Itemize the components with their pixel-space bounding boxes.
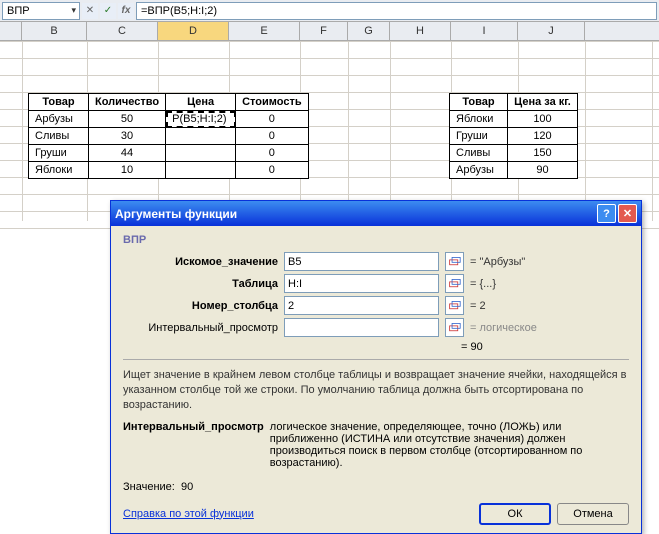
arg-desc-text: логическое значение, определяющее, точно…: [270, 421, 629, 469]
arg-result: = "Арбузы": [470, 256, 525, 268]
arg-label: Искомое_значение: [123, 256, 278, 268]
column-header[interactable]: I: [451, 22, 518, 40]
column-header[interactable]: C: [87, 22, 158, 40]
range-select-icon[interactable]: [445, 318, 464, 337]
column-header[interactable]: H: [390, 22, 451, 40]
arg-input[interactable]: [284, 296, 439, 315]
range-select-icon[interactable]: [445, 274, 464, 293]
column-header[interactable]: J: [518, 22, 585, 40]
cancel-button[interactable]: Отмена: [557, 503, 629, 525]
formula-input[interactable]: =ВПР(B5;H:I;2): [136, 2, 657, 20]
formula-bar: ВПР ✕ ✓ fx =ВПР(B5;H:I;2): [0, 0, 659, 22]
name-box[interactable]: ВПР: [2, 2, 80, 20]
result-value: 90: [181, 481, 193, 493]
close-button[interactable]: ✕: [618, 204, 637, 223]
column-header[interactable]: G: [348, 22, 390, 40]
function-name: ВПР: [123, 234, 629, 246]
arg-label: Интервальный_просмотр: [123, 322, 278, 334]
dialog-titlebar[interactable]: Аргументы функции ? ✕: [111, 201, 641, 226]
cancel-icon[interactable]: ✕: [82, 3, 98, 19]
help-button[interactable]: ?: [597, 204, 616, 223]
arg-input[interactable]: [284, 252, 439, 271]
confirm-icon[interactable]: ✓: [100, 3, 116, 19]
column-header[interactable]: D: [158, 22, 229, 40]
arg-desc-label: Интервальный_просмотр: [123, 421, 264, 469]
column-header[interactable]: F: [300, 22, 348, 40]
column-headers: BCDEFGHIJ: [0, 22, 659, 41]
arg-result: = 2: [470, 300, 486, 312]
column-header[interactable]: B: [22, 22, 87, 40]
spreadsheet-area[interactable]: ТоварКоличествоЦенаСтоимостьАрбузы50Р(B5…: [0, 41, 659, 221]
arg-input[interactable]: [284, 318, 439, 337]
left-table: ТоварКоличествоЦенаСтоимостьАрбузы50Р(B5…: [28, 93, 309, 179]
result-label: Значение:: [123, 481, 175, 493]
arg-label: Номер_столбца: [123, 300, 278, 312]
arg-label: Таблица: [123, 278, 278, 290]
arg-result: = логическое: [470, 322, 537, 334]
help-link[interactable]: Справка по этой функции: [123, 508, 254, 520]
right-table: ТоварЦена за кг.Яблоки100Груши120Сливы15…: [449, 93, 578, 179]
fx-icon[interactable]: fx: [118, 3, 134, 19]
arg-result: = {...}: [470, 278, 496, 290]
dialog-title: Аргументы функции: [115, 207, 237, 221]
range-select-icon[interactable]: [445, 252, 464, 271]
ok-button[interactable]: ОК: [479, 503, 551, 525]
function-description: Ищет значение в крайнем левом столбце та…: [123, 359, 629, 413]
function-arguments-dialog: Аргументы функции ? ✕ ВПР Искомое_значен…: [110, 200, 642, 534]
range-select-icon[interactable]: [445, 296, 464, 315]
column-header[interactable]: E: [229, 22, 300, 40]
arg-input[interactable]: [284, 274, 439, 293]
preview-result: = 90: [123, 341, 629, 353]
